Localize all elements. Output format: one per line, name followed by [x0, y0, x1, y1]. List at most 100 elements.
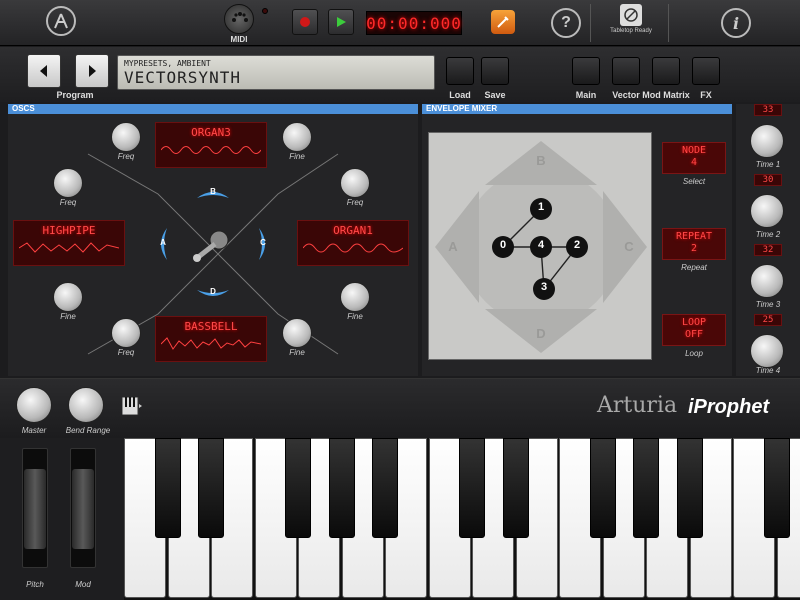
arrow-d-label: D	[210, 287, 216, 296]
keyboard-settings-icon[interactable]	[121, 396, 142, 416]
play-button[interactable]	[328, 9, 354, 35]
loop-button[interactable]: LOOP OFF	[662, 314, 726, 346]
osc-display-top[interactable]: ORGAN3	[155, 122, 267, 168]
arrow-c-label: C	[260, 238, 266, 247]
tab-vector[interactable]	[612, 57, 640, 85]
save-button[interactable]	[481, 57, 509, 85]
waveform-icon	[19, 242, 119, 253]
question-icon[interactable]: ?	[551, 8, 581, 38]
node-3[interactable]: 3	[536, 281, 552, 293]
osc-display-bottom[interactable]: BASSBELL	[155, 316, 267, 362]
program-row: Program MYPRESETS, AMBIENT VECTORSYNTH L…	[0, 47, 800, 102]
osc-left-name: HIGHPIPE	[42, 224, 96, 237]
black-key[interactable]	[372, 438, 398, 538]
osc-bottom-fine-knob[interactable]: Fine	[277, 318, 317, 357]
arrow-b-label: B	[210, 187, 216, 196]
node-select-button[interactable]: NODE 4	[662, 142, 726, 174]
record-button[interactable]	[292, 9, 318, 35]
tab-fx[interactable]	[692, 57, 720, 85]
master-knob[interactable]	[16, 387, 52, 423]
load-button[interactable]	[446, 57, 474, 85]
node-1[interactable]: 1	[533, 201, 549, 213]
oscs-header: OSCS	[8, 104, 418, 114]
osc-right-freq-knob[interactable]: Freq	[335, 168, 375, 207]
pitch-label: Pitch	[26, 580, 44, 589]
tab-main[interactable]	[572, 57, 600, 85]
brand-logo: Arturia	[597, 393, 678, 418]
black-key[interactable]	[502, 438, 529, 538]
black-key[interactable]	[154, 438, 181, 538]
tabletop-icon	[620, 4, 642, 26]
previous-program-button[interactable]	[27, 54, 61, 88]
transport-timer: 00:00:000	[366, 11, 462, 35]
bend-range-label: Bend Range	[65, 426, 111, 435]
time-2-knob[interactable]	[750, 194, 784, 228]
bottom-strip: Master Bend Range Arturia iProphet	[0, 378, 800, 438]
osc-top-fine-knob[interactable]: Fine	[277, 122, 317, 161]
pad-label-d: D	[536, 326, 546, 341]
osc-top-freq-knob[interactable]: Freq	[106, 122, 146, 161]
arrow-right-icon	[89, 65, 96, 77]
osc-left-freq-knob[interactable]: Freq	[48, 168, 88, 207]
mod-wheel[interactable]	[72, 469, 94, 549]
time-3-value: 32	[754, 244, 782, 256]
product-name: iProphet	[688, 396, 770, 418]
osc-bottom-freq-knob[interactable]: Freq	[106, 318, 146, 357]
pitch-wheel[interactable]	[24, 469, 46, 549]
master-label: Master	[21, 426, 47, 435]
node-0[interactable]: 0	[495, 239, 511, 251]
black-key[interactable]	[763, 438, 790, 538]
load-label: Load	[449, 90, 471, 100]
time-panel: 33 Time 1 30 Time 2 32 Time 3 25 Time 4	[736, 104, 800, 376]
bend-range-knob[interactable]	[68, 387, 104, 423]
separator	[590, 4, 591, 42]
info-icon[interactable]: i	[721, 8, 751, 38]
repeat-button[interactable]: REPEAT 2	[662, 228, 726, 260]
black-key[interactable]	[459, 438, 485, 538]
black-key[interactable]	[589, 438, 616, 538]
pitch-wheel-slot	[22, 448, 48, 568]
arrow-a-label: A	[160, 238, 166, 247]
black-key[interactable]	[198, 438, 224, 538]
time-1-knob[interactable]	[750, 124, 784, 158]
preset-name: VECTORSYNTH	[124, 68, 241, 87]
garageband-icon[interactable]	[491, 10, 515, 34]
mod-wheel-slot	[70, 448, 96, 568]
time-2-value: 30	[754, 174, 782, 186]
arturia-logo-icon[interactable]	[46, 6, 76, 36]
tab-mod-matrix-label: Mod Matrix	[642, 90, 690, 100]
record-icon	[300, 17, 310, 27]
osc-display-left[interactable]: HIGHPIPE	[13, 220, 125, 266]
osc-right-fine-knob[interactable]: Fine	[335, 282, 375, 321]
oscs-panel: OSCS ORGAN3 HIGHPIPE ORGAN1 BASSBELL Fre…	[8, 104, 418, 376]
vector-joystick[interactable]	[153, 184, 273, 304]
separator	[668, 4, 669, 42]
envelope-mixer-panel: ENVELOPE MIXER B D A C 1 0 4 2 3 NODE 4 …	[422, 104, 732, 376]
preset-display[interactable]: MYPRESETS, AMBIENT VECTORSYNTH	[117, 55, 435, 90]
tabletop-button[interactable]: Tabletop Ready	[608, 4, 654, 44]
play-icon	[337, 17, 346, 27]
midi-label: MIDI	[230, 35, 248, 44]
select-label: Select	[682, 177, 706, 186]
midi-button[interactable]: MIDI	[222, 4, 256, 44]
node-4[interactable]: 4	[533, 239, 549, 251]
top-bar: MIDI 00:00:000 ? Tabletop Ready i	[0, 0, 800, 46]
loop-label: Loop	[685, 349, 703, 358]
envelope-pad[interactable]: B D A C 1 0 4 2 3	[428, 132, 652, 360]
time-3-knob[interactable]	[750, 264, 784, 298]
osc-display-right[interactable]: ORGAN1	[297, 220, 409, 266]
time-1-value: 33	[754, 104, 782, 116]
osc-bottom-name: BASSBELL	[184, 320, 238, 333]
time-1-label: Time 1	[755, 160, 781, 169]
osc-left-fine-knob[interactable]: Fine	[48, 282, 88, 321]
black-key[interactable]	[285, 438, 311, 538]
black-key[interactable]	[328, 438, 355, 538]
time-4-label: Time 4	[755, 366, 781, 375]
pad-label-c: C	[624, 239, 634, 254]
next-program-button[interactable]	[75, 54, 109, 88]
black-key[interactable]	[676, 438, 703, 538]
tab-mod-matrix[interactable]	[652, 57, 680, 85]
node-2[interactable]: 2	[569, 239, 585, 251]
black-key[interactable]	[633, 438, 659, 538]
time-4-knob[interactable]	[750, 334, 784, 368]
